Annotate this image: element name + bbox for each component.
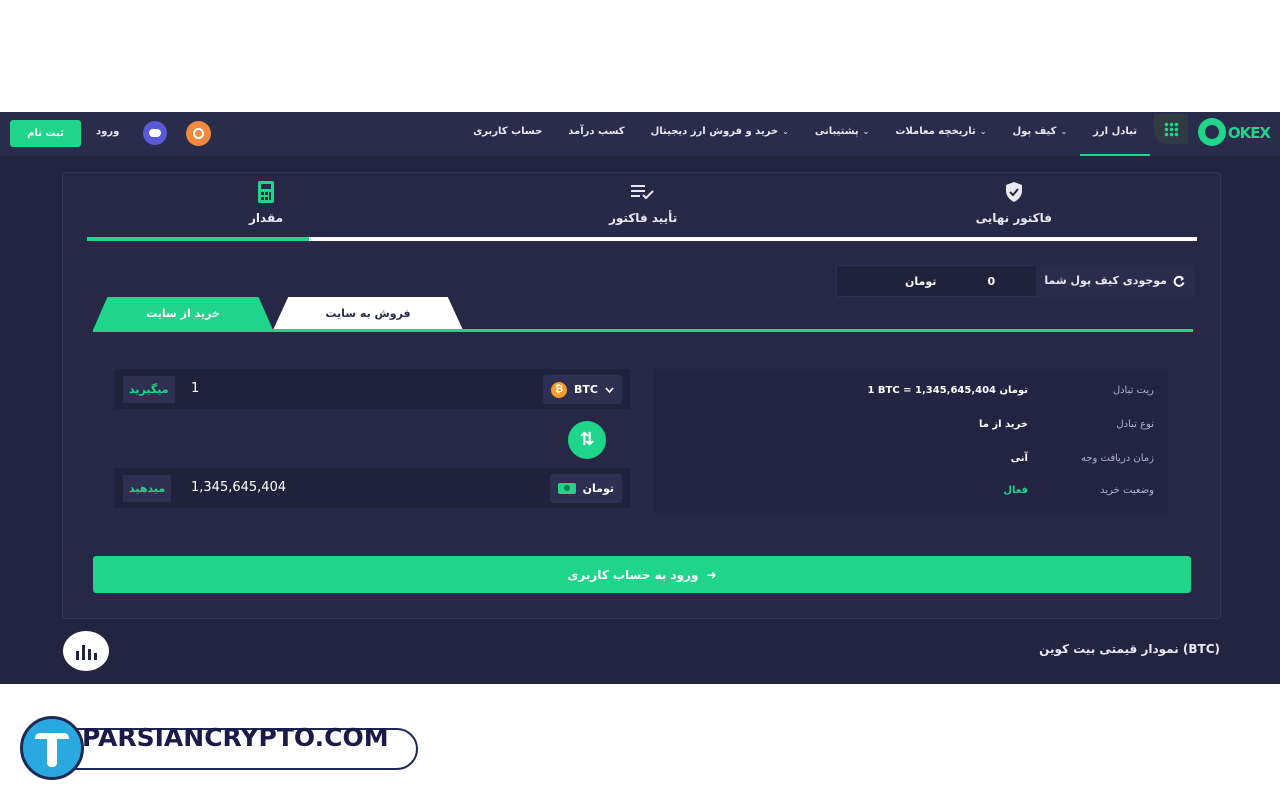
nav-item-trade-history[interactable]: تاریخچه معاملات ⌄ (882, 112, 999, 156)
top-navbar: OKEX تبادل ارز کیف پول ⌄ تاریخچه معاملات ⌄… (0, 112, 1280, 156)
chevron-down-icon: ⌄ (1060, 127, 1068, 136)
step-label: مقدار (249, 211, 284, 225)
app-window: OKEX تبادل ارز کیف پول ⌄ تاریخچه معاملات ⌄… (0, 112, 1280, 684)
info-row-rate: ریت تبادل 1 BTC = 1,345,645,404 تومان (664, 385, 1154, 405)
cash-icon (557, 483, 576, 494)
receive-amount-input[interactable]: 1 (191, 369, 199, 409)
info-key: زمان دریافت وجه (1080, 453, 1154, 464)
refresh-icon[interactable] (1173, 275, 1185, 287)
signup-button[interactable]: ثبت نام (10, 120, 81, 147)
nav-item-exchange[interactable]: تبادل ارز (1080, 112, 1150, 156)
login-link[interactable]: ورود (96, 126, 119, 137)
step-progress-bar (87, 237, 1197, 241)
exchange-info-panel: ریت تبادل 1 BTC = 1,345,645,404 تومان نو… (653, 369, 1168, 513)
watermark-logo-icon (20, 716, 84, 780)
step-confirm-invoice: تأیید فاکتور (609, 181, 677, 225)
nav-item-wallet[interactable]: کیف پول ⌄ (999, 112, 1080, 156)
step-amount: مقدار (249, 181, 283, 225)
swap-button[interactable]: ⇅ (568, 421, 606, 459)
balance-label-text: موجودی کیف پول شما (1044, 274, 1167, 287)
pay-currency-label: تومان (582, 482, 614, 495)
nav-item-label: خرید و فروش ارز دیجیتال (650, 126, 779, 137)
nav-item-buy-sell[interactable]: خرید و فروش ارز دیجیتال ⌄ (638, 112, 802, 156)
login-button-label: ورود به حساب کاربری (567, 567, 699, 582)
login-to-account-button[interactable]: ورود به حساب کاربری ➜ (93, 556, 1191, 593)
nav-item-label: تاریخچه معاملات (895, 126, 976, 137)
nav-item-label: کسب درآمد (568, 126, 625, 137)
step-label: فاکتور نهایی (975, 211, 1052, 225)
calculator-icon (258, 181, 275, 203)
logo-text: OKEX (1227, 124, 1271, 142)
tab-buy[interactable]: خرید از سایت (93, 297, 273, 330)
nav-item-label: کیف پول (1012, 126, 1057, 137)
pay-amount-input[interactable]: 1,345,645,404 (191, 468, 286, 508)
info-value: 1 BTC = 1,345,645,404 تومان (867, 385, 1028, 396)
wallet-balance: موجودی کیف پول شما 0 تومان (836, 265, 1194, 297)
step-progress-fill (87, 237, 309, 241)
step-label: تأیید فاکتور (609, 211, 678, 225)
nav-item-label: تبادل ارز (1093, 126, 1137, 137)
status-badge: فعال (1003, 485, 1028, 496)
chat-icon[interactable] (143, 121, 167, 145)
price-chart-title: نمودار قیمتی بیت کوین (BTC) (1039, 642, 1220, 656)
bar-chart-icon[interactable] (63, 631, 109, 671)
wallet-balance-label: موجودی کیف پول شما (1036, 265, 1193, 297)
invoice-steps: فاکتور نهایی تأیید فاکتور مقدار (63, 173, 1222, 243)
bitcoin-icon: ₿ (551, 381, 568, 398)
chevron-down-icon: ⌄ (862, 127, 870, 136)
receive-currency-label: BTC (574, 383, 598, 396)
info-value: آنی (1010, 453, 1028, 464)
info-key: ریت تبادل (1112, 385, 1154, 396)
step-final-invoice: فاکتور نهایی (976, 181, 1052, 225)
chevron-down-icon: ⌄ (979, 127, 987, 136)
apps-grid-icon[interactable] (1154, 114, 1188, 144)
receive-currency-select[interactable]: ₿ BTC (543, 375, 622, 404)
logo-mark-icon (1198, 118, 1226, 146)
nav-item-account[interactable]: حساب کاربری (460, 112, 555, 156)
info-key: نوع تبادل (1116, 419, 1154, 430)
nav-menu: تبادل ارز کیف پول ⌄ تاریخچه معاملات ⌄ پشتی… (460, 112, 1150, 156)
tab-underline (93, 329, 1193, 332)
tab-sell[interactable]: فروش به سایت (273, 297, 463, 330)
info-value: خرید از ما (978, 419, 1028, 430)
nav-item-label: حساب کاربری (473, 126, 543, 137)
wallet-balance-value: 0 (987, 274, 996, 288)
watermark: PARSIANCRYPTO.COM (20, 716, 418, 780)
pay-row: میدهید 1,345,645,404 تومان (115, 468, 630, 508)
arrow-right-icon: ➜ (706, 567, 717, 582)
wallet-balance-unit: تومان (905, 274, 937, 288)
notification-icon[interactable] (186, 121, 211, 146)
chevron-down-icon: ⌄ (782, 127, 789, 136)
info-row-type: نوع تبادل خرید از ما (664, 419, 1154, 439)
receive-label: میگیرید (123, 376, 175, 403)
shield-check-icon (1005, 182, 1022, 202)
list-check-icon (631, 185, 654, 200)
info-key: وضعیت خرید (1100, 485, 1154, 496)
receive-row: میگیرید 1 ₿ BTC (115, 369, 630, 409)
pay-currency-select[interactable]: تومان (549, 474, 622, 503)
site-logo[interactable]: OKEX (1198, 116, 1271, 148)
info-row-time: زمان دریافت وجه آنی (664, 453, 1154, 473)
nav-item-support[interactable]: پشتیبانی ⌄ (802, 112, 883, 156)
exchange-card: فاکتور نهایی تأیید فاکتور مقدار موجودی ک… (62, 172, 1221, 619)
chevron-down-icon (605, 386, 614, 393)
trade-tabs: خرید از سایت فروش به سایت (93, 297, 1193, 333)
watermark-text: PARSIANCRYPTO.COM (82, 723, 389, 752)
info-row-status: وضعیت خرید فعال (664, 485, 1154, 505)
nav-item-label: پشتیبانی (814, 126, 859, 137)
pay-label: میدهید (123, 475, 172, 502)
nav-item-earn[interactable]: کسب درآمد (555, 112, 637, 156)
